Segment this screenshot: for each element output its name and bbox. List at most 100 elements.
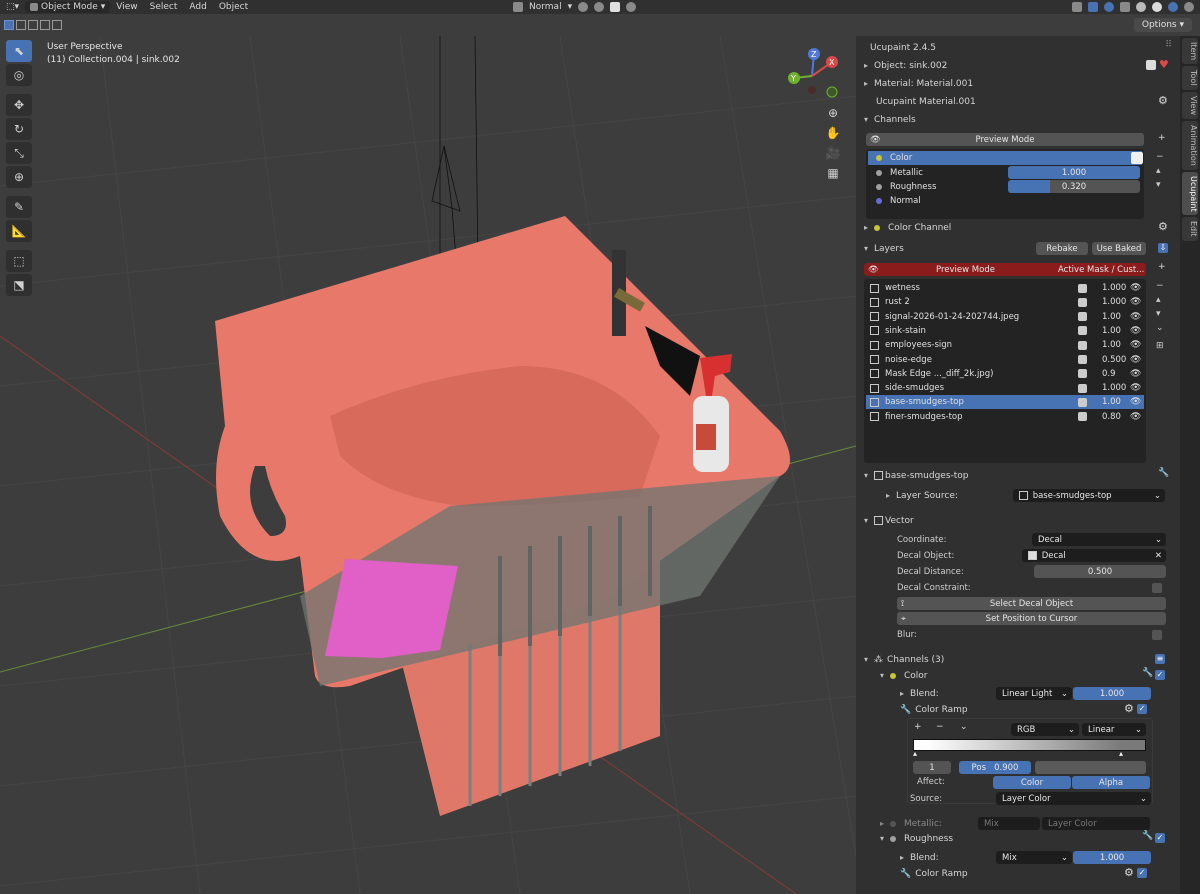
- layer-list-item[interactable]: rust 2 1.000 👁: [866, 295, 1144, 309]
- gizmo-icon[interactable]: [1088, 2, 1098, 12]
- affect-color-button[interactable]: Color: [993, 776, 1071, 789]
- gear-icon[interactable]: ⚙: [1158, 220, 1168, 233]
- layer-opacity-value[interactable]: 0.80: [1102, 412, 1121, 422]
- help-icon[interactable]: [1146, 60, 1156, 70]
- active-layer-header[interactable]: ▾ base-smudges-top: [864, 468, 969, 483]
- blend-icon[interactable]: [1078, 312, 1087, 322]
- editor-type-icon[interactable]: ⬚▾: [0, 2, 25, 12]
- annotate-tool-icon[interactable]: ✎: [6, 196, 32, 218]
- add-stop-icon[interactable]: +: [914, 722, 922, 732]
- hierarchy-icon[interactable]: ⊞: [1156, 339, 1166, 353]
- material-row[interactable]: ▸ Material: Material.001: [864, 76, 973, 91]
- select-decal-object-button[interactable]: ⟟ Select Decal Object: [897, 597, 1166, 610]
- ramp-stop-handle-icon[interactable]: ▴: [1119, 749, 1123, 758]
- vector-header[interactable]: ▾ Vector: [864, 513, 914, 528]
- move-up-icon[interactable]: ▴: [1156, 293, 1166, 307]
- ramp-stop-handle-icon[interactable]: ▴: [913, 749, 917, 758]
- snap-target-icon[interactable]: [610, 2, 621, 12]
- rebake-button[interactable]: Rebake: [1036, 242, 1088, 255]
- layer-opacity-value[interactable]: 1.000: [1102, 283, 1126, 293]
- blend-amount-field[interactable]: 1.000: [1073, 687, 1151, 700]
- zoom-icon[interactable]: ⊕: [823, 104, 843, 122]
- ramp-interpolation-dropdown[interactable]: Linear ⌄: [1082, 723, 1146, 736]
- color-ramp-gradient[interactable]: [913, 739, 1146, 751]
- layer-list-item[interactable]: sink-stain 1.00 👁: [866, 324, 1144, 338]
- eye-icon[interactable]: 👁: [1130, 369, 1141, 379]
- tab-tool[interactable]: Tool: [1182, 66, 1198, 90]
- roughness-value-field[interactable]: 0.320: [1008, 180, 1140, 193]
- remove-icon[interactable]: −: [1156, 279, 1166, 293]
- color-ramp-checkbox[interactable]: ✓: [1137, 704, 1147, 714]
- layer-channel-metallic[interactable]: ▸ Metallic:: [880, 816, 942, 831]
- ramp-color-mode-dropdown[interactable]: RGB ⌄: [1011, 723, 1079, 736]
- move-down-icon[interactable]: ▾: [1156, 178, 1166, 192]
- eye-icon[interactable]: 👁: [1130, 297, 1141, 307]
- measure-tool-icon[interactable]: 📐: [6, 220, 32, 242]
- color-channel-row[interactable]: ▸ Color Channel: [864, 220, 951, 235]
- tab-view[interactable]: View: [1182, 91, 1198, 119]
- visibility-icon[interactable]: [1072, 2, 1082, 12]
- gear-icon[interactable]: ⚙: [1158, 94, 1168, 107]
- options-dropdown[interactable]: Options ▾: [1133, 18, 1192, 32]
- wrench-icon[interactable]: 🔧: [1142, 668, 1153, 678]
- menu-select[interactable]: Select: [144, 2, 184, 12]
- ramp-stop-position-field[interactable]: Pos 0.900: [959, 761, 1031, 774]
- layer-list-item[interactable]: base-smudges-top 1.00 👁: [866, 395, 1144, 410]
- layer-channel-color[interactable]: ▾ Color: [880, 668, 928, 683]
- layer-list-item[interactable]: employees-sign 1.00 👁: [866, 338, 1144, 352]
- eye-icon[interactable]: 👁: [1130, 283, 1141, 293]
- eye-icon[interactable]: 👁: [1130, 326, 1141, 336]
- rendered-shading-icon[interactable]: [1184, 2, 1194, 12]
- proportional-edit-icon[interactable]: [626, 2, 637, 12]
- blend2-amount-field[interactable]: 1.000: [1073, 851, 1151, 864]
- blend-icon[interactable]: [1078, 369, 1087, 379]
- tab-animation[interactable]: Animation: [1182, 120, 1198, 170]
- eye-icon[interactable]: 👁: [1130, 312, 1141, 322]
- blend-mode-dropdown[interactable]: Linear Light ⌄: [996, 687, 1072, 700]
- close-icon[interactable]: ✕: [1155, 551, 1162, 561]
- navigation-gizmo[interactable]: Z X Y: [784, 46, 844, 106]
- layer-list-item[interactable]: Mask Edge ..._diff_2k.jpg) 0.9 👁: [866, 367, 1144, 381]
- object-row[interactable]: ▸ Object: sink.002: [864, 58, 947, 73]
- transform-tool-icon[interactable]: ⊕: [6, 166, 32, 188]
- blend-icon[interactable]: [1078, 340, 1087, 350]
- eye-icon[interactable]: 👁: [1130, 355, 1141, 365]
- orientation-dropdown[interactable]: Normal: [529, 2, 562, 12]
- coordinate-dropdown[interactable]: Decal ⌄: [1032, 533, 1166, 546]
- layer-channel-roughness[interactable]: ▾ Roughness: [880, 831, 953, 846]
- select-extend-icon[interactable]: [16, 20, 26, 30]
- rotate-tool-icon[interactable]: ↻: [6, 118, 32, 140]
- overlay-icon[interactable]: [1104, 2, 1114, 12]
- layer-opacity-value[interactable]: 1.000: [1102, 383, 1126, 393]
- extrude-tool-icon[interactable]: ⬔: [6, 274, 32, 296]
- hand-pan-icon[interactable]: ✋: [823, 124, 843, 142]
- set-position-button[interactable]: ⌖ Set Position to Cursor: [897, 612, 1166, 625]
- source-dropdown[interactable]: Layer Color ⌄: [996, 792, 1151, 805]
- move-up-icon[interactable]: ▴: [1156, 164, 1166, 178]
- wireframe-shading-icon[interactable]: [1136, 2, 1146, 12]
- channel-preview-mode-button[interactable]: 👁 Preview Mode: [866, 133, 1144, 146]
- layer-source-dropdown[interactable]: base-smudges-top ⌄: [1013, 489, 1165, 502]
- use-baked-button[interactable]: Use Baked: [1092, 242, 1146, 255]
- blur-checkbox[interactable]: [1152, 630, 1162, 640]
- solid-shading-icon[interactable]: [1152, 2, 1162, 12]
- channel-item-roughness[interactable]: Roughness 0.320: [868, 180, 1142, 194]
- snap-icon[interactable]: [594, 2, 605, 12]
- layer-list-item[interactable]: wetness 1.000 👁: [866, 281, 1144, 295]
- chevron-down-icon[interactable]: ⌄: [1156, 321, 1166, 335]
- blend-icon[interactable]: [1078, 397, 1087, 407]
- tab-ucupaint[interactable]: Ucupaint: [1182, 171, 1198, 216]
- add-cube-tool-icon[interactable]: ⬚: [6, 250, 32, 272]
- gear-icon[interactable]: ⚙: [1124, 866, 1134, 879]
- blend-icon[interactable]: [1078, 355, 1087, 364]
- layer-list-item[interactable]: noise-edge 0.500 👁: [866, 353, 1144, 367]
- eye-icon[interactable]: 👁: [1130, 383, 1141, 393]
- eye-icon[interactable]: 👁: [1130, 397, 1141, 407]
- select-invert-icon[interactable]: [40, 20, 50, 30]
- tab-item[interactable]: Item: [1182, 38, 1198, 65]
- blend-icon[interactable]: [1078, 412, 1087, 422]
- metallic-value-field[interactable]: 1.000: [1008, 166, 1140, 179]
- menu-view[interactable]: View: [110, 2, 143, 12]
- menu-object[interactable]: Object: [213, 2, 254, 12]
- xray-icon[interactable]: [1120, 2, 1130, 12]
